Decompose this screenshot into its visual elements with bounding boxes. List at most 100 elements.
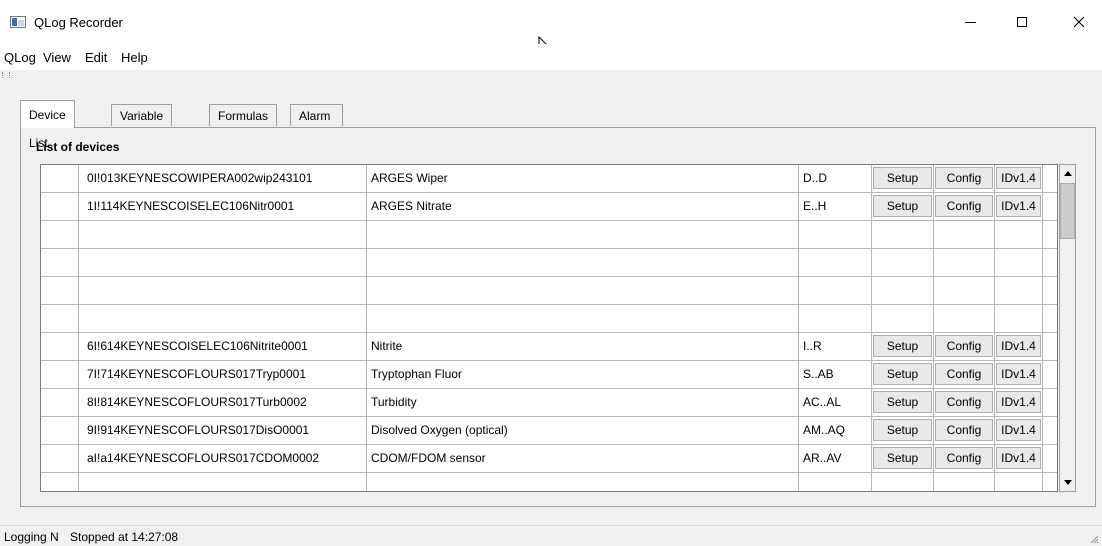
menu-help[interactable]: Help [121,50,148,65]
idv-button[interactable]: IDv1.4 [996,419,1041,441]
idv-button[interactable]: IDv1.4 [996,391,1041,413]
row-selector[interactable] [41,221,79,248]
setup-button[interactable]: Setup [873,335,932,357]
device-id-cell[interactable] [79,249,367,276]
panel-title: List of devices [36,140,120,154]
row-selector[interactable] [41,277,79,304]
config-button[interactable]: Config [935,391,993,413]
device-name-cell[interactable] [367,473,799,491]
setup-button[interactable]: Setup [873,391,932,413]
tab-variable-list[interactable]: Variable List [111,104,173,145]
device-id-cell[interactable] [79,473,367,491]
resize-grip-icon[interactable] [1089,534,1099,544]
scroll-thumb[interactable] [1060,183,1075,239]
device-range-cell[interactable] [799,221,872,248]
idv-button[interactable]: IDv1.4 [996,195,1041,217]
device-range-cell[interactable] [799,473,872,491]
table-row: 1I!114KEYNESCOISELEC106Nitr0001 ARGES Nit… [41,193,1057,221]
device-name-cell[interactable]: ARGES Wiper [367,165,799,192]
row-selector[interactable] [41,417,79,444]
setup-button[interactable]: Setup [873,195,932,217]
setup-button[interactable]: Setup [873,419,932,441]
device-id-cell[interactable] [79,305,367,332]
tab-formulas[interactable]: Formulas [209,104,278,126]
table-row [41,249,1057,277]
device-id-cell[interactable] [79,277,367,304]
config-button[interactable]: Config [935,447,993,469]
device-name-cell[interactable]: Tryptophan Fluor [367,361,799,388]
close-button[interactable] [1056,0,1102,44]
row-selector[interactable] [41,361,79,388]
device-grid: 0I!013KEYNESCOWIPERA002wip243101 ARGES Wi… [40,164,1058,492]
config-button[interactable]: Config [935,195,993,217]
row-selector[interactable] [41,165,79,192]
idv-button[interactable]: IDv1.4 [996,335,1041,357]
device-id-cell[interactable]: 8I!814KEYNESCOFLOURS017Turb0002 [79,389,367,416]
device-id-cell[interactable]: 1I!114KEYNESCOISELEC106Nitr0001 [79,193,367,220]
row-selector[interactable] [41,333,79,360]
arrow-down-icon [1063,480,1072,485]
tab-device-list[interactable]: Device List [20,100,75,150]
row-selector[interactable] [41,389,79,416]
device-name-cell[interactable]: CDOM/FDOM sensor [367,445,799,472]
device-range-cell[interactable]: AR..AV [799,445,872,472]
device-id-cell[interactable] [79,221,367,248]
device-name-cell[interactable]: Nitrite [367,333,799,360]
menu-qlog[interactable]: QLog [4,50,36,65]
device-id-cell[interactable]: 0I!013KEYNESCOWIPERA002wip243101 [79,165,367,192]
config-button[interactable]: Config [935,419,993,441]
idv-button[interactable]: IDv1.4 [996,447,1041,469]
device-id-cell[interactable]: 7I!714KEYNESCOFLOURS017Tryp0001 [79,361,367,388]
device-range-cell[interactable] [799,277,872,304]
device-id-cell[interactable]: 6I!614KEYNESCOISELEC106Nitrite0001 [79,333,367,360]
row-selector[interactable] [41,193,79,220]
config-cell: Config [934,417,995,444]
minimize-button[interactable] [947,0,993,44]
setup-cell: Setup [872,445,934,472]
device-id-cell[interactable]: aI!a14KEYNESCOFLOURS017CDOM0002 [79,445,367,472]
device-name-cell[interactable]: Turbidity [367,389,799,416]
setup-button[interactable]: Setup [873,363,932,385]
menu-edit[interactable]: Edit [85,50,107,65]
scroll-up-button[interactable] [1060,165,1075,182]
config-button[interactable]: Config [935,335,993,357]
menu-view[interactable]: View [43,50,71,65]
setup-cell: Setup [872,193,934,220]
row-selector[interactable] [41,305,79,332]
config-button[interactable]: Config [935,167,993,189]
row-selector[interactable] [41,473,79,491]
device-range-cell[interactable]: D..D [799,165,872,192]
device-name-cell[interactable]: ARGES Nitrate [367,193,799,220]
scroll-down-button[interactable] [1060,474,1075,491]
row-selector[interactable] [41,249,79,276]
toolbar-grip[interactable] [2,72,10,78]
setup-cell [872,305,934,332]
device-range-cell[interactable]: AC..AL [799,389,872,416]
idv-button[interactable]: IDv1.4 [996,167,1041,189]
config-cell: Config [934,193,995,220]
device-name-cell[interactable]: Disolved Oxygen (optical) [367,417,799,444]
config-button[interactable]: Config [935,363,993,385]
device-name-cell[interactable] [367,305,799,332]
device-name-cell[interactable] [367,221,799,248]
setup-button[interactable]: Setup [873,167,932,189]
device-range-cell[interactable]: E..H [799,193,872,220]
device-range-cell[interactable] [799,305,872,332]
device-range-cell[interactable]: I..R [799,333,872,360]
idv-button[interactable]: IDv1.4 [996,363,1041,385]
config-cell: Config [934,389,995,416]
tab-alarm-levels[interactable]: Alarm Levels [290,104,343,145]
device-range-cell[interactable] [799,249,872,276]
setup-button[interactable]: Setup [873,447,932,469]
device-name-cell[interactable] [367,249,799,276]
device-range-cell[interactable]: S..AB [799,361,872,388]
table-row [41,305,1057,333]
vertical-scrollbar[interactable] [1059,164,1076,492]
device-id-cell[interactable]: 9I!914KEYNESCOFLOURS017DisO0001 [79,417,367,444]
device-name-cell[interactable] [367,277,799,304]
maximize-icon [1017,17,1027,27]
maximize-button[interactable] [999,0,1045,44]
row-selector[interactable] [41,445,79,472]
setup-cell [872,277,934,304]
device-range-cell[interactable]: AM..AQ [799,417,872,444]
